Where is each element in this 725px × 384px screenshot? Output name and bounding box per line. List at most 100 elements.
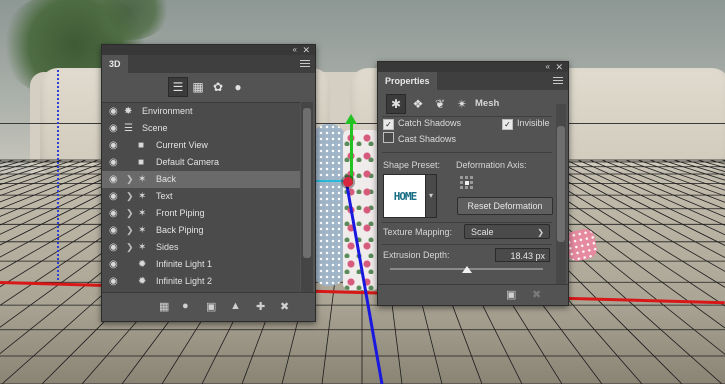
filter-toolbar: ☰ ▦ ✿ ● <box>102 73 315 103</box>
expand-chevron-icon[interactable]: ❯ <box>126 205 134 222</box>
3d-panel: « ✕ 3D ☰ ▦ ✿ ● ◉ ✸ Environment ◉ ☰ Scene ◉ ■ Cur… <box>101 44 316 322</box>
panel-titlebar[interactable]: « ✕ <box>378 62 568 72</box>
visibility-eye-icon[interactable]: ◉ <box>109 273 118 290</box>
visibility-eye-icon[interactable]: ◉ <box>109 154 118 171</box>
checkbox-box[interactable]: ✓ <box>502 119 513 130</box>
chevron-down-icon: ❯ <box>537 228 544 237</box>
visibility-eye-icon[interactable]: ◉ <box>109 239 118 256</box>
divider <box>382 244 552 245</box>
layer-name: Environment <box>142 106 193 116</box>
visibility-eye-icon[interactable]: ◉ <box>109 222 118 239</box>
close-icon[interactable]: ✕ <box>302 45 310 55</box>
expand-chevron-icon[interactable]: ❯ <box>126 171 134 188</box>
y-axis-arrow[interactable] <box>345 114 357 124</box>
layer-row[interactable]: ◉ ■ Current View <box>102 137 300 154</box>
checkbox-box[interactable] <box>383 132 394 143</box>
cast-shadows-checkbox[interactable]: Cast Shadows <box>383 132 456 146</box>
scrollbar-thumb[interactable] <box>557 126 565 242</box>
grid-line <box>637 159 725 191</box>
gizmo-center-handle[interactable] <box>343 177 353 187</box>
scrollbar-thumb[interactable] <box>303 108 311 258</box>
environment-icon: ✸ <box>124 106 133 117</box>
catch-shadows-checkbox[interactable]: ✓ Catch Shadows <box>383 116 461 130</box>
layer-row[interactable]: ◉ ❯ ✶ Text <box>102 188 300 205</box>
render-icon[interactable]: ▣ <box>206 300 216 313</box>
shape-preset-dropdown[interactable]: ▾ <box>425 174 437 218</box>
delete-icon[interactable]: ✖ <box>280 300 289 313</box>
layer-row[interactable]: ◉ ❯ ✶ Back Piping <box>102 222 300 239</box>
y-axis-line[interactable] <box>350 122 353 184</box>
expand-chevron-icon[interactable]: ❯ <box>126 188 134 205</box>
grid-line <box>0 159 15 165</box>
extrusion-depth-slider-thumb[interactable] <box>461 266 472 273</box>
properties-footer: ▣ ✖ <box>378 284 568 305</box>
catch-shadows-label: Catch Shadows <box>398 118 462 128</box>
reset-deformation-button[interactable]: Reset Deformation <box>457 197 553 215</box>
layer-row[interactable]: ◉ ❯ ✶ Front Piping <box>102 205 300 222</box>
panel-menu-icon[interactable] <box>553 77 563 86</box>
layer-row[interactable]: ◉ ✹ Infinite Light 2 <box>102 273 300 290</box>
meshes-filter-icon[interactable]: ▦ <box>188 77 208 97</box>
expand-chevron-icon[interactable]: ❯ <box>126 239 134 256</box>
layer-name: Current View <box>156 140 208 150</box>
ground-plane-icon[interactable]: ▲ <box>230 300 241 312</box>
invisible-checkbox[interactable]: ✓ Invisible <box>502 116 550 130</box>
shape-preset-label: Shape Preset: <box>383 160 441 170</box>
3d-panel-footer: ▦ ● ▣ ▲ ✚ ✖ <box>102 292 315 321</box>
render-settings-icon[interactable]: ▦ <box>159 300 169 313</box>
shape-preset-thumbnail[interactable]: HOME <box>383 174 427 218</box>
deformation-axis-widget[interactable] <box>460 176 476 192</box>
cap-mode-icon[interactable]: ❦ <box>430 94 450 114</box>
panel-menu-icon[interactable] <box>300 60 310 69</box>
layer-name: Sides <box>156 242 179 252</box>
mesh-icon: ✶ <box>138 174 147 185</box>
lights-filter-icon[interactable]: ● <box>228 77 248 97</box>
layer-list-scrollbar[interactable] <box>301 102 313 292</box>
render-icon[interactable]: ▣ <box>506 288 516 301</box>
coordinates-mode-icon[interactable]: ✴ <box>452 94 472 114</box>
close-icon[interactable]: ✕ <box>555 62 563 72</box>
layer-row[interactable]: ◉ ✹ Infinite Light 1 <box>102 256 300 273</box>
tab-3d[interactable]: 3D <box>102 55 128 73</box>
extrusion-depth-input[interactable]: 18.43 px <box>495 248 550 262</box>
texture-mapping-value: Scale <box>471 227 494 237</box>
rotation-handle[interactable] <box>316 180 344 182</box>
layer-row[interactable]: ◉ ❯ ✶ Back <box>102 171 300 188</box>
delete-icon[interactable]: ✖ <box>532 288 541 301</box>
visibility-eye-icon[interactable]: ◉ <box>109 188 118 205</box>
materials-filter-icon[interactable]: ✿ <box>208 77 228 97</box>
visibility-eye-icon[interactable]: ◉ <box>109 137 118 154</box>
mesh-icon: ✶ <box>138 242 147 253</box>
add-object-icon[interactable]: ✚ <box>256 300 265 313</box>
expand-chevron-icon[interactable]: ❯ <box>126 222 134 239</box>
texture-mapping-select[interactable]: Scale ❯ <box>464 224 550 239</box>
visibility-eye-icon[interactable]: ◉ <box>109 171 118 188</box>
mesh-icon: ✶ <box>138 208 147 219</box>
scene-icon: ☰ <box>124 123 133 134</box>
add-light-icon[interactable]: ● <box>182 300 189 312</box>
deform-mode-icon[interactable]: ❖ <box>408 94 428 114</box>
layer-row[interactable]: ◉ ■ Default Camera <box>102 154 300 171</box>
layer-name: Infinite Light 2 <box>156 276 213 286</box>
layer-row[interactable]: ◉ ❯ ✶ Sides <box>102 239 300 256</box>
whole-scene-filter-icon[interactable]: ☰ <box>168 77 188 97</box>
checkbox-box[interactable]: ✓ <box>383 119 394 130</box>
visibility-eye-icon[interactable]: ◉ <box>109 256 118 273</box>
tab-properties[interactable]: Properties <box>378 72 437 90</box>
collapse-icon[interactable]: « <box>293 45 297 55</box>
mesh-mode-icon[interactable]: ✱ <box>386 94 406 114</box>
visibility-eye-icon[interactable]: ◉ <box>109 205 118 222</box>
collapse-icon[interactable]: « <box>546 62 550 72</box>
grid-line <box>0 159 87 191</box>
layer-name: Default Camera <box>156 157 220 167</box>
cast-shadows-label: Cast Shadows <box>398 134 457 144</box>
pillow-dots-mesh[interactable] <box>312 124 346 286</box>
properties-scrollbar[interactable] <box>556 104 566 284</box>
layer-row[interactable]: ◉ ☰ Scene <box>102 120 300 137</box>
visibility-eye-icon[interactable]: ◉ <box>109 120 118 137</box>
layer-row[interactable]: ◉ ✸ Environment <box>102 103 300 120</box>
layer-name: Back <box>156 174 177 184</box>
mesh-icon: ✶ <box>138 225 147 236</box>
visibility-eye-icon[interactable]: ◉ <box>109 103 118 120</box>
panel-titlebar[interactable]: « ✕ <box>102 45 315 55</box>
